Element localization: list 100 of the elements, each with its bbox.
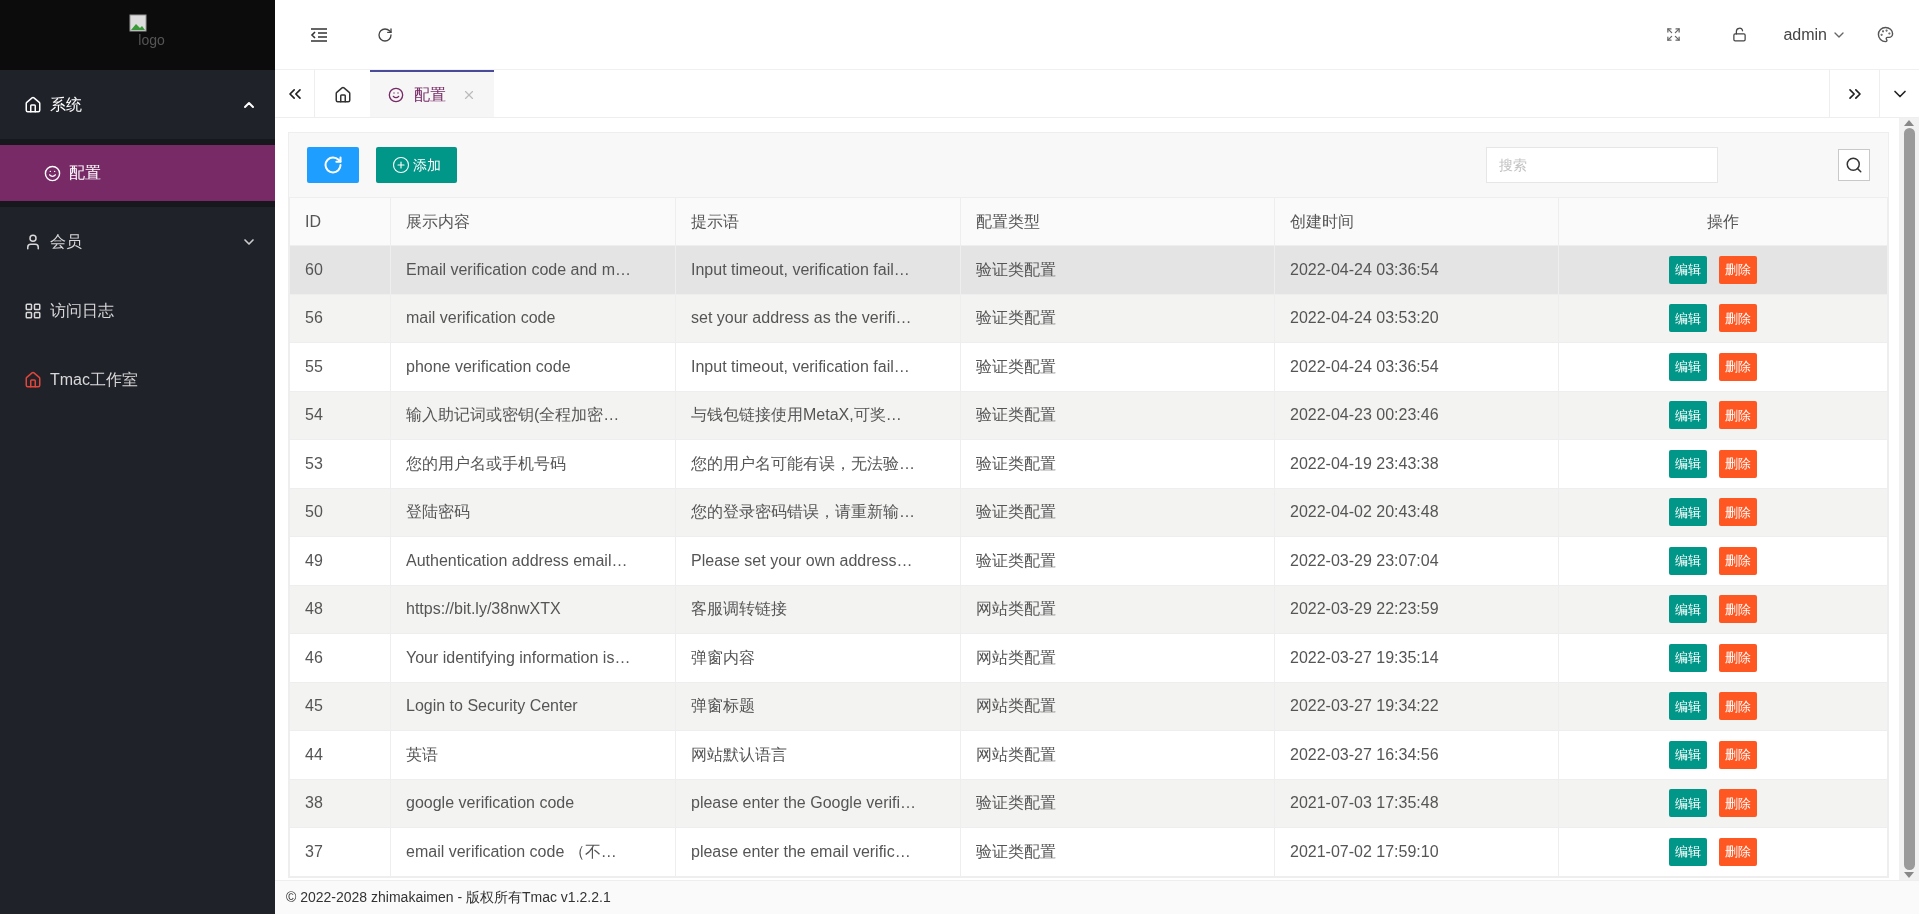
table-cell: 输入助记词或密钥(全程加密… (390, 391, 676, 440)
table-cell: https://bit.ly/38nwXTX (390, 585, 676, 634)
table-cell: 您的用户名或手机号码 (390, 439, 676, 488)
delete-button[interactable]: 删除 (1719, 546, 1757, 575)
footer-text: © 2022-2028 zhimakaimen - 版权所有Tmac v1.2.2.1 (286, 888, 611, 907)
edit-button[interactable]: 编辑 (1669, 740, 1707, 769)
table-cell: 验证类配置 (960, 536, 1275, 585)
collapse-menu-icon[interactable] (310, 26, 328, 43)
delete-button[interactable]: 删除 (1719, 789, 1757, 818)
refresh-button[interactable] (307, 147, 359, 183)
sidebar-subitem[interactable]: 配置 (0, 145, 275, 201)
table-cell: 您的登录密码错误，请重新输… (675, 488, 961, 537)
add-button[interactable]: 添加 (376, 147, 457, 183)
table-cell: 英语 (390, 730, 676, 779)
refresh-icon (377, 26, 393, 43)
table-row[interactable]: 53 您的用户名或手机号码 您的用户名可能有误，无法验… 验证类配置 2022-04-19 23:43:38 编辑 删除 (289, 439, 1888, 488)
edit-button[interactable]: 编辑 (1669, 498, 1707, 527)
page-tab[interactable]: 配置 (370, 70, 494, 117)
table-cell: 44 (289, 730, 391, 779)
edit-button[interactable]: 编辑 (1669, 837, 1707, 866)
table-row[interactable]: 55 phone verification code Input timeout, verification fail… 验证类配置 2022-04-24 03:36:54 编辑 删除 (289, 342, 1888, 391)
edit-button[interactable]: 编辑 (1669, 692, 1707, 721)
table-cell: 54 (289, 391, 391, 440)
edit-button[interactable]: 编辑 (1669, 304, 1707, 333)
sidebar-item[interactable]: Tmac工作室 (0, 345, 275, 414)
table-cell: 2021-07-03 17:35:48 (1274, 779, 1559, 828)
delete-button[interactable]: 删除 (1719, 595, 1757, 624)
sidebar-item[interactable]: 系统 (0, 70, 275, 139)
table-cell: 网站默认语言 (675, 730, 961, 779)
table-cell: 2022-04-24 03:36:54 (1274, 342, 1559, 391)
delete-button[interactable]: 删除 (1719, 449, 1757, 478)
table-cell: 客服调转链接 (675, 585, 961, 634)
table-cell: please enter the email verific… (675, 827, 961, 876)
table-row[interactable]: 54 输入助记词或密钥(全程加密… 与钱包链接使用MetaX,可奖… 验证类配置 2022-04-23 00:23:46 编辑 删除 (289, 391, 1888, 440)
table-cell: 验证类配置 (960, 294, 1275, 343)
edit-button[interactable]: 编辑 (1669, 643, 1707, 672)
table-cell: 2022-04-19 23:43:38 (1274, 439, 1559, 488)
table-cell: 网站类配置 (960, 730, 1275, 779)
delete-button[interactable]: 删除 (1719, 692, 1757, 721)
table-cell: email verification code （不… (390, 827, 676, 876)
search-field[interactable]: 搜索 (1486, 147, 1718, 183)
table-row[interactable]: 56 mail verification code set your address as the verifi… 验证类配置 2022-04-24 03:53:20 编辑 删除 (289, 294, 1888, 343)
plus-icon (392, 156, 410, 174)
table-cell: Input timeout, verification fail… (675, 245, 961, 294)
user-menu-button[interactable]: admin (1783, 16, 1847, 53)
table-cell: 49 (289, 536, 391, 585)
table-row[interactable]: 45 Login to Security Center 弹窗标题 网站类配置 2022-03-27 19:34:22 编辑 删除 (289, 682, 1888, 731)
sidebar-item[interactable]: 会员 (0, 207, 275, 276)
edit-button[interactable]: 编辑 (1669, 401, 1707, 430)
table-cell: 2021-07-02 17:59:10 (1274, 827, 1559, 876)
table-cell: Your identifying information is… (390, 633, 676, 682)
table-cell: 50 (289, 488, 391, 537)
user-icon (24, 232, 42, 251)
delete-button[interactable]: 删除 (1719, 352, 1757, 381)
edit-button[interactable]: 编辑 (1669, 595, 1707, 624)
table-cell: 2022-03-29 22:23:59 (1274, 585, 1559, 634)
table-cell: 2022-03-27 19:34:22 (1274, 682, 1559, 731)
palette-icon (1876, 26, 1894, 43)
delete-button[interactable]: 删除 (1719, 740, 1757, 769)
table-cell: 2022-04-24 03:36:54 (1274, 245, 1559, 294)
table-row[interactable]: 60 Email verification code and m… Input timeout, verification fail… 验证类配置 2022-04-24 03:36:54 编辑 删除 (289, 245, 1888, 294)
edit-button[interactable]: 编辑 (1669, 449, 1707, 478)
table-row[interactable]: 50 登陆密码 您的登录密码错误，请重新输… 验证类配置 2022-04-02 20:43:48 编辑 删除 (289, 488, 1888, 537)
table-cell: 46 (289, 633, 391, 682)
delete-button[interactable]: 删除 (1719, 255, 1757, 284)
table-cell: google verification code (390, 779, 676, 828)
edit-button[interactable]: 编辑 (1669, 255, 1707, 284)
table-cell: 55 (289, 342, 391, 391)
table-cell: 53 (289, 439, 391, 488)
delete-button[interactable]: 删除 (1719, 304, 1757, 333)
table-row[interactable]: 48 https://bit.ly/38nwXTX 客服调转链接 网站类配置 2022-03-29 22:23:59 编辑 删除 (289, 585, 1888, 634)
table-cell: 验证类配置 (960, 439, 1275, 488)
edit-button[interactable]: 编辑 (1669, 789, 1707, 818)
delete-button[interactable]: 删除 (1719, 643, 1757, 672)
scrollbar[interactable] (1899, 118, 1919, 880)
table-row[interactable]: 38 google verification code please enter the Google verifi… 验证类配置 2021-07-03 17:35:48 编辑 删除 (289, 779, 1888, 828)
table-cell: mail verification code (390, 294, 676, 343)
table-cell: 网站类配置 (960, 682, 1275, 731)
home-icon (24, 370, 42, 389)
edit-button[interactable]: 编辑 (1669, 352, 1707, 381)
smile-icon (388, 86, 404, 103)
delete-button[interactable]: 删除 (1719, 837, 1757, 866)
table-row[interactable]: 37 email verification code （不… please enter the email verific… 验证类配置 2021-07-02 17:59:10 编辑 删除 (289, 827, 1888, 876)
table-cell: please enter the Google verifi… (675, 779, 961, 828)
edit-button[interactable]: 编辑 (1669, 546, 1707, 575)
sidebar-item[interactable]: 访问日志 (0, 276, 275, 345)
delete-button[interactable]: 删除 (1719, 401, 1757, 430)
delete-button[interactable]: 删除 (1719, 498, 1757, 527)
table-row[interactable]: 44 英语 网站默认语言 网站类配置 2022-03-27 16:34:56 编辑 删除 (289, 730, 1888, 779)
table-row[interactable]: 46 Your identifying information is… 弹窗内容 网站类配置 2022-03-27 19:35:14 编辑 删除 (289, 633, 1888, 682)
table-cell: Please set your own address… (675, 536, 961, 585)
table-cell: 验证类配置 (960, 779, 1275, 828)
table-cell: 2022-03-29 23:07:04 (1274, 536, 1559, 585)
column-header: 操作 (1558, 197, 1888, 246)
search-button[interactable] (1838, 149, 1870, 181)
table-cell: 2022-03-27 19:35:14 (1274, 633, 1559, 682)
table-cell: 弹窗标题 (675, 682, 961, 731)
column-header: 配置类型 (960, 197, 1275, 246)
table-cell: phone verification code (390, 342, 676, 391)
table-row[interactable]: 49 Authentication address email… Please set your own address… 验证类配置 2022-03-29 23:07:04 编辑 删除 (289, 536, 1888, 585)
